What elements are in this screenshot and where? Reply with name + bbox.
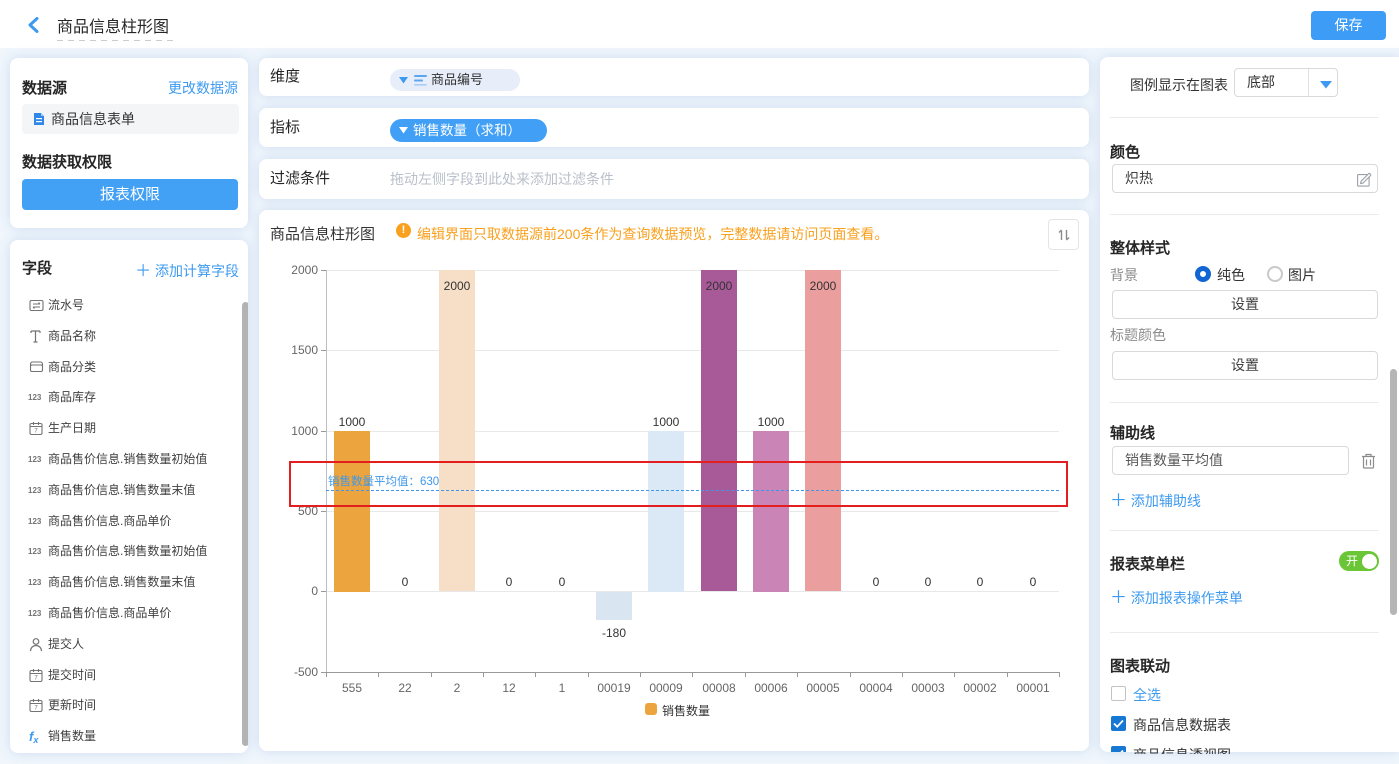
svg-text:7: 7 [34,706,38,712]
svg-text:7: 7 [34,676,38,682]
svg-text:7: 7 [34,429,38,435]
